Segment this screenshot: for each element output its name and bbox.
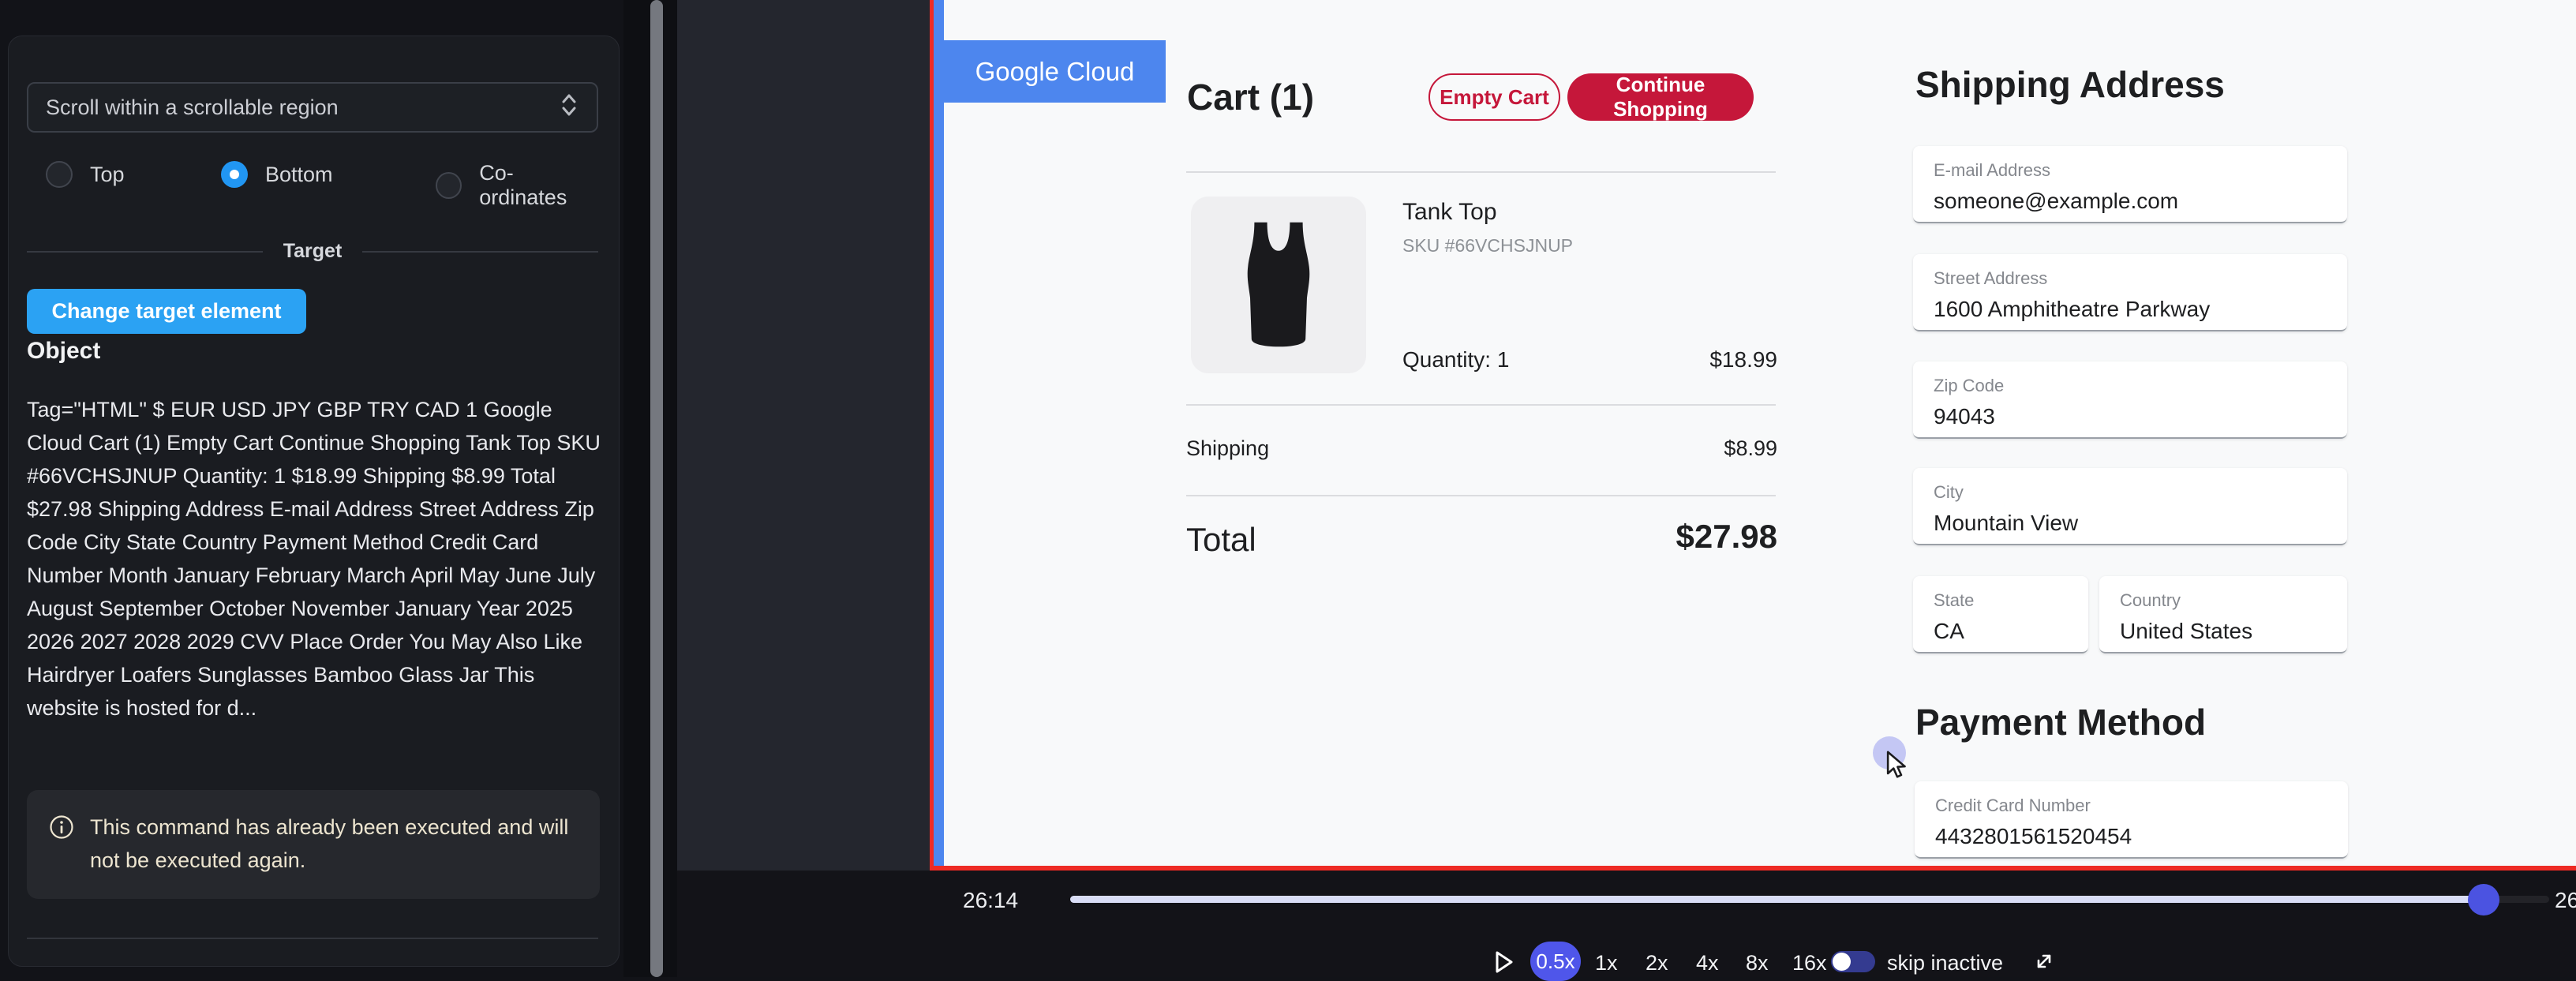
session-replay-area: Google Cloud Cart (1) Empty Cart Continu… xyxy=(677,0,2576,977)
divider-line xyxy=(27,251,263,253)
target-section-divider: Target xyxy=(27,240,598,263)
continue-shopping-button[interactable]: Continue Shopping xyxy=(1567,73,1754,121)
country-field[interactable]: Country United States xyxy=(2099,576,2347,653)
speed-2x-button[interactable]: 2x xyxy=(1646,951,1668,975)
timeline-scrubber[interactable] xyxy=(1070,896,2549,903)
brand-badge: Google Cloud xyxy=(944,40,1166,103)
total-row-label: Total xyxy=(1186,521,1256,559)
radio-bottom[interactable]: Bottom xyxy=(221,161,333,188)
zip-code-field-value: 94043 xyxy=(1934,404,2347,429)
product-image xyxy=(1191,197,1366,373)
tank-top-image xyxy=(1208,208,1350,362)
speed-16x-button[interactable]: 16x xyxy=(1792,951,1827,975)
cart-divider xyxy=(1186,495,1776,496)
command-select[interactable]: Scroll within a scrollable region xyxy=(27,82,598,133)
toggle-knob xyxy=(1833,953,1851,971)
pane-splitter xyxy=(623,0,677,977)
sidebar-divider xyxy=(27,938,598,939)
timeline-progress-fill xyxy=(1070,896,2484,903)
product-quantity: Quantity: 1 xyxy=(1402,347,1509,373)
email-field-value: someone@example.com xyxy=(1934,189,2347,214)
mouse-cursor-icon xyxy=(1884,750,1912,785)
element-outline-blue-strip xyxy=(934,0,944,866)
country-field-label: Country xyxy=(2120,590,2347,611)
product-price: $18.99 xyxy=(1654,347,1777,373)
current-time: 26:14 xyxy=(963,888,1018,913)
app-window: Scroll within a scrollable region Top Bo… xyxy=(0,0,2576,977)
radio-bottom-circle-icon xyxy=(221,161,248,188)
end-time: 26:1 xyxy=(2555,888,2576,913)
radio-bottom-label: Bottom xyxy=(265,163,333,187)
target-section-label: Target xyxy=(283,240,343,263)
shipping-row-value: $8.99 xyxy=(1670,436,1777,461)
select-chevrons-icon xyxy=(559,92,579,124)
radio-coordinates[interactable]: Co-ordinates xyxy=(436,161,598,210)
radio-top-circle-icon xyxy=(46,161,73,188)
object-description-text: Tag="HTML" $ EUR USD JPY GBP TRY CAD 1 G… xyxy=(27,393,601,725)
email-field-label: E-mail Address xyxy=(1934,160,2347,181)
email-field[interactable]: E-mail Address someone@example.com xyxy=(1913,146,2347,223)
total-row-value: $27.98 xyxy=(1599,518,1777,556)
info-icon xyxy=(49,814,74,844)
product-sku: SKU #66VCHSJNUP xyxy=(1402,235,1573,256)
divider-line xyxy=(362,251,598,253)
speed-0.5x-button[interactable]: 0.5x xyxy=(1530,942,1581,981)
payment-method-heading: Payment Method xyxy=(1915,701,2206,743)
fullscreen-icon[interactable] xyxy=(2032,949,2056,979)
replayed-web-page: Google Cloud Cart (1) Empty Cart Continu… xyxy=(944,0,2576,866)
city-field-value: Mountain View xyxy=(1934,511,2347,536)
already-executed-notice: This command has already been executed a… xyxy=(27,790,600,899)
credit-card-field-value: 4432801561520454 xyxy=(1935,824,2348,849)
zip-code-field[interactable]: Zip Code 94043 xyxy=(1913,361,2347,439)
street-address-field-value: 1600 Amphitheatre Parkway xyxy=(1934,297,2347,322)
scroll-position-radio-group: Top Bottom Co-ordinates xyxy=(27,161,598,193)
city-field-label: City xyxy=(1934,482,2347,503)
credit-card-number-field[interactable]: Credit Card Number 4432801561520454 xyxy=(1915,781,2348,859)
brand-badge-label: Google Cloud xyxy=(975,57,1135,87)
replayed-page-viewport: Google Cloud Cart (1) Empty Cart Continu… xyxy=(930,0,2576,871)
speed-8x-button[interactable]: 8x xyxy=(1746,951,1769,975)
street-address-field[interactable]: Street Address 1600 Amphitheatre Parkway xyxy=(1913,254,2347,331)
skip-inactive-label: skip inactive xyxy=(1887,951,2003,975)
street-address-field-label: Street Address xyxy=(1934,268,2347,289)
product-name: Tank Top xyxy=(1402,199,1497,226)
city-field[interactable]: City Mountain View xyxy=(1913,468,2347,545)
speed-1x-button[interactable]: 1x xyxy=(1595,951,1618,975)
speed-4x-button[interactable]: 4x xyxy=(1696,951,1719,975)
play-button[interactable] xyxy=(1494,949,1515,980)
change-target-element-button[interactable]: Change target element xyxy=(27,289,306,334)
shipping-row-label: Shipping xyxy=(1186,436,1269,461)
state-field[interactable]: State CA xyxy=(1913,576,2088,653)
timeline-thumb[interactable] xyxy=(2468,884,2499,915)
object-heading: Object xyxy=(27,338,100,365)
radio-coordinates-label: Co-ordinates xyxy=(479,161,598,210)
cart-divider xyxy=(1186,171,1776,173)
radio-top[interactable]: Top xyxy=(46,161,125,188)
radio-top-label: Top xyxy=(90,163,125,187)
empty-cart-button[interactable]: Empty Cart xyxy=(1428,73,1560,121)
zip-code-field-label: Zip Code xyxy=(1934,376,2347,396)
credit-card-field-label: Credit Card Number xyxy=(1935,796,2348,816)
country-field-value: United States xyxy=(2120,619,2347,644)
skip-inactive-toggle[interactable] xyxy=(1831,951,1875,972)
cart-divider xyxy=(1186,404,1776,406)
shipping-address-heading: Shipping Address xyxy=(1915,63,2225,106)
cart-title: Cart (1) xyxy=(1187,76,1314,118)
pane-splitter-handle[interactable] xyxy=(650,0,663,977)
playback-bar: 26:14 26:1 0.5x 1x 2x 4x 8x 16x skip ina… xyxy=(677,871,2576,977)
command-select-value: Scroll within a scrollable region xyxy=(46,95,559,120)
state-field-label: State xyxy=(1934,590,2088,611)
notice-text: This command has already been executed a… xyxy=(90,811,578,877)
radio-coordinates-circle-icon xyxy=(436,172,462,199)
state-field-value: CA xyxy=(1934,619,2088,644)
command-details-panel: Scroll within a scrollable region Top Bo… xyxy=(8,36,620,967)
